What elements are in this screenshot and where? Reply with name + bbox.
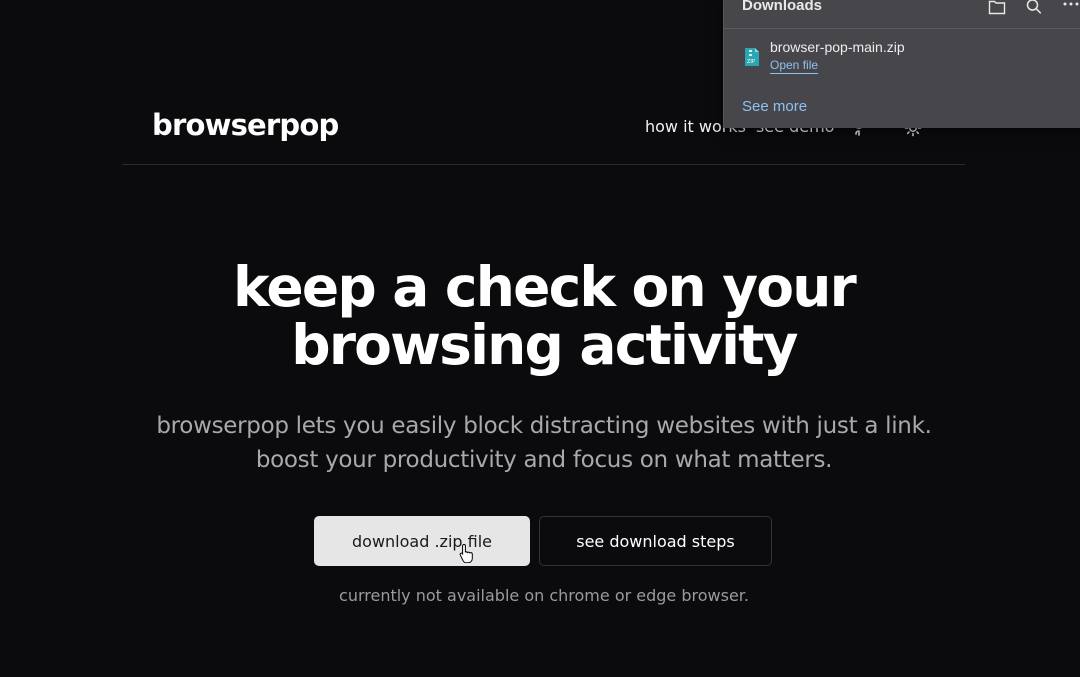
download-zip-button[interactable]: download .zip file: [314, 516, 530, 566]
hero-title: keep a check on your browsing activity: [0, 258, 1080, 374]
open-file-link[interactable]: Open file: [770, 58, 819, 74]
hero-title-line-1: keep a check on your: [233, 255, 857, 319]
hand-cursor-icon: [459, 543, 475, 564]
folder-icon[interactable]: [987, 0, 1007, 16]
more-icon[interactable]: [1061, 0, 1080, 16]
search-icon[interactable]: [1024, 0, 1044, 16]
availability-note: currently not available on chrome or edg…: [339, 586, 749, 605]
download-filename[interactable]: browser-pop-main.zip: [770, 39, 905, 55]
downloads-title: Downloads: [742, 0, 823, 14]
logo[interactable]: browserpop: [152, 108, 339, 142]
hero-title-line-2: browsing activity: [291, 313, 798, 377]
see-download-steps-button[interactable]: see download steps: [539, 516, 772, 566]
zip-file-icon: ZIP: [744, 47, 760, 67]
hero-subtitle-line-2: boost your productivity and focus on wha…: [255, 447, 833, 473]
see-more-link[interactable]: See more: [742, 98, 807, 115]
hero-subtitle-line-1: browserpop lets you easily block distrac…: [156, 413, 932, 439]
browserpop-page: browserpop how it works see demo keep a …: [0, 0, 1080, 677]
svg-text:ZIP: ZIP: [747, 59, 755, 65]
downloads-panel: Downloads ZIP browser-pop-main.zip Open …: [723, 0, 1080, 128]
downloads-divider: [724, 28, 1080, 29]
hero-subtitle: browserpop lets you easily block distrac…: [0, 409, 1080, 477]
